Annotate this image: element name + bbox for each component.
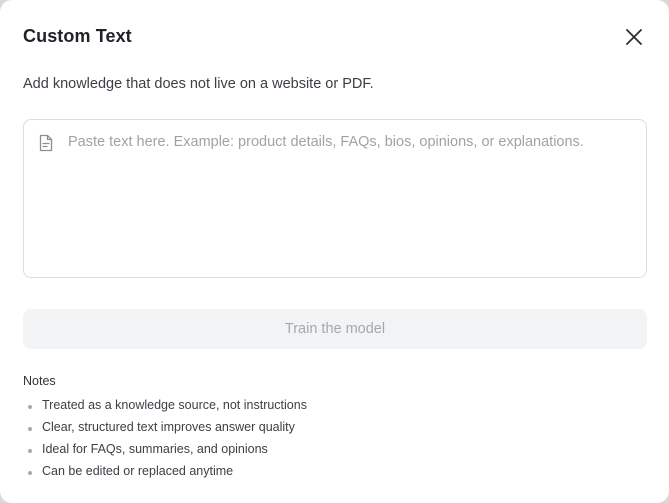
notes-list: Treated as a knowledge source, not instr… [23,396,307,484]
bullet-icon [28,427,32,431]
close-icon [626,29,642,45]
custom-text-input[interactable] [68,132,634,264]
list-item: Clear, structured text improves answer q… [23,418,307,440]
list-item: Ideal for FAQs, summaries, and opinions [23,440,307,462]
dialog-title: Custom Text [23,26,132,46]
train-model-button[interactable]: Train the model [23,309,647,349]
bullet-icon [28,449,32,453]
note-text: Can be edited or replaced anytime [42,464,234,478]
custom-text-dialog: Custom Text Add knowledge that does not … [0,0,669,503]
note-text: Treated as a knowledge source, not instr… [42,398,307,412]
note-text: Clear, structured text improves answer q… [42,420,295,434]
note-text: Ideal for FAQs, summaries, and opinions [42,442,268,456]
notes-heading: Notes [23,374,56,388]
bullet-icon [28,405,32,409]
custom-text-field[interactable] [23,119,647,278]
close-button[interactable] [620,23,648,51]
bullet-icon [28,471,32,475]
dialog-description: Add knowledge that does not live on a we… [23,76,374,92]
list-item: Can be edited or replaced anytime [23,462,307,484]
document-icon [39,134,53,152]
list-item: Treated as a knowledge source, not instr… [23,396,307,418]
